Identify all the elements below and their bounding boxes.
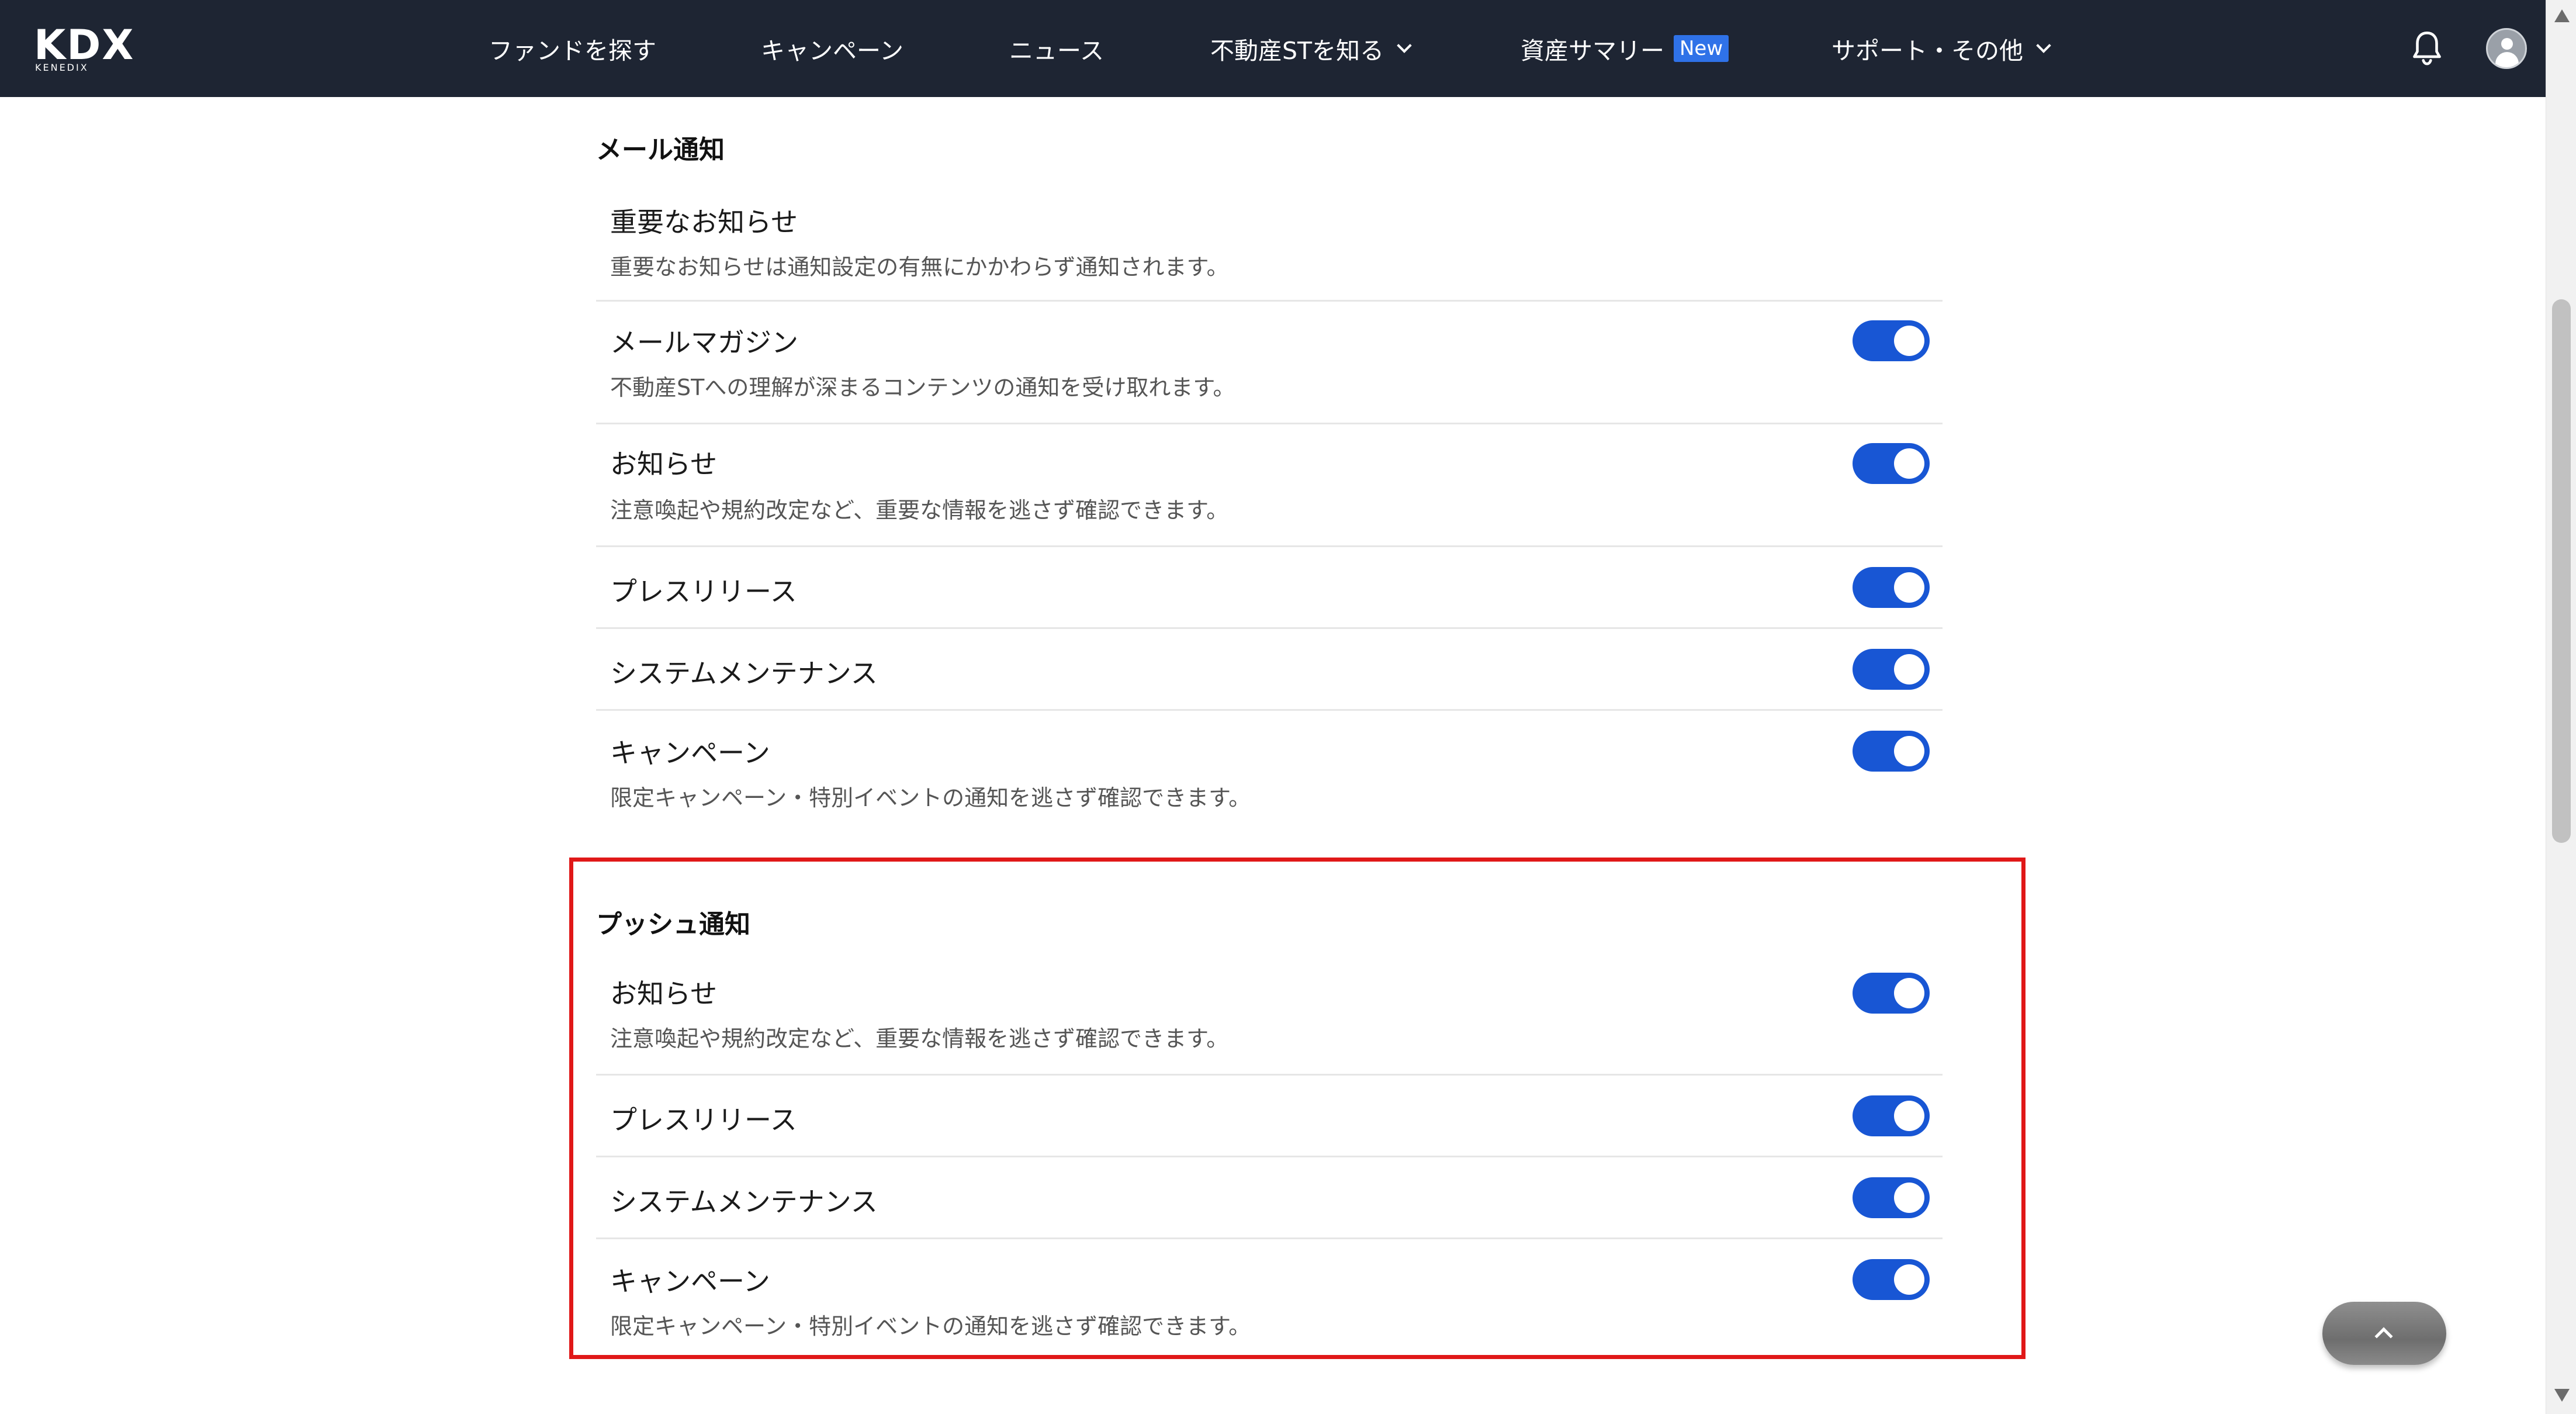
mail-press-toggle[interactable] [1853, 567, 1930, 608]
push-maintenance-toggle[interactable] [1853, 1177, 1930, 1218]
mail-item-desc: 不動産STへの理解が深まるコンテンツの通知を受け取れます。 [610, 375, 1235, 400]
mail-item-notice: お知らせ 注意喚起や規約改定など、重要な情報を逃さず確認できます。 [596, 424, 1943, 547]
chevron-up-icon [2374, 1327, 2393, 1346]
chevron-down-icon [2036, 38, 2051, 53]
scroll-up-arrow-icon[interactable] [2554, 9, 2570, 22]
top-navigation-bar: KDX KENEDIX ファンドを探す キャンペーン ニュース 不動産STを知る… [0, 0, 2546, 97]
mail-notice-toggle[interactable] [1853, 443, 1930, 484]
toggle-knob [1894, 1101, 1924, 1131]
back-to-top-button[interactable] [2322, 1302, 2446, 1365]
mail-item-maintenance: システムメンテナンス [596, 629, 1943, 711]
nav-support[interactable]: サポート・その他 [1831, 0, 2051, 97]
toggle-knob [1894, 978, 1924, 1008]
push-press-toggle[interactable] [1853, 1095, 1930, 1136]
scroll-thumb[interactable] [2552, 299, 2571, 843]
nav-campaign[interactable]: キャンペーン [761, 0, 903, 97]
mail-item-desc: 限定キャンペーン・特別イベントの通知を逃さず確認できます。 [610, 785, 1251, 811]
mail-item-title: システムメンテナンス [610, 658, 878, 689]
push-item-press: プレスリリース [596, 1076, 1943, 1157]
nav-find-funds-label: ファンドを探す [489, 37, 656, 65]
bell-icon[interactable] [2409, 29, 2445, 68]
push-item-title: プレスリリース [610, 1104, 797, 1136]
mail-item-title: 重要なお知らせ [610, 206, 798, 238]
nav-asset-summary-label: 資産サマリー [1521, 37, 1664, 65]
push-item-desc: 限定キャンペーン・特別イベントの通知を逃さず確認できます。 [610, 1313, 1251, 1339]
nav-learn-st[interactable]: 不動産STを知る [1210, 0, 1412, 97]
toggle-knob [1894, 448, 1924, 479]
push-item-title: お知らせ [610, 978, 718, 1009]
mail-item-title: お知らせ [610, 448, 718, 480]
mail-notification-heading: メール通知 [596, 135, 725, 165]
nav-news[interactable]: ニュース [1009, 0, 1104, 97]
push-item-desc: 注意喚起や規約改定など、重要な情報を逃さず確認できます。 [610, 1026, 1229, 1052]
toggle-knob [1894, 1264, 1924, 1295]
mail-magazine-toggle[interactable] [1853, 320, 1930, 361]
nav-support-label: サポート・その他 [1831, 37, 2023, 65]
toggle-knob [1894, 572, 1924, 603]
mail-item-magazine: メールマガジン 不動産STへの理解が深まるコンテンツの通知を受け取れます。 [596, 302, 1943, 424]
nav-find-funds[interactable]: ファンドを探す [489, 0, 656, 97]
mail-maintenance-toggle[interactable] [1853, 649, 1930, 690]
mail-item-title: キャンペーン [610, 737, 770, 769]
push-campaign-toggle[interactable] [1853, 1259, 1930, 1300]
new-badge: New [1674, 35, 1729, 62]
page-scrollbar[interactable] [2546, 0, 2576, 1414]
mail-campaign-toggle[interactable] [1853, 731, 1930, 772]
push-notification-heading: プッシュ通知 [596, 910, 750, 939]
main-nav: ファンドを探す キャンペーン ニュース 不動産STを知る 資産サマリー New … [0, 0, 2546, 97]
push-item-campaign: キャンペーン 限定キャンペーン・特別イベントの通知を逃さず確認できます。 [596, 1239, 1943, 1344]
mail-item-desc: 注意喚起や規約改定など、重要な情報を逃さず確認できます。 [610, 497, 1229, 523]
push-item-notice: お知らせ 注意喚起や規約改定など、重要な情報を逃さず確認できます。 [596, 953, 1943, 1076]
mail-item-title: プレスリリース [610, 576, 797, 607]
toggle-knob [1894, 654, 1924, 684]
avatar-head [2501, 38, 2513, 50]
mail-item-desc: 重要なお知らせは通知設定の有無にかかわらず通知されます。 [610, 254, 1229, 280]
mail-item-campaign: キャンペーン 限定キャンペーン・特別イベントの通知を逃さず確認できます。 [596, 711, 1943, 816]
scroll-down-arrow-icon[interactable] [2554, 1389, 2570, 1402]
toggle-knob [1894, 326, 1924, 356]
push-item-title: キャンペーン [610, 1266, 770, 1297]
avatar-icon[interactable] [2486, 28, 2527, 69]
toggle-knob [1894, 1183, 1924, 1213]
nav-campaign-label: キャンペーン [761, 37, 903, 65]
nav-news-label: ニュース [1009, 37, 1104, 65]
mail-item-press: プレスリリース [596, 547, 1943, 629]
nav-learn-st-label: 不動産STを知る [1210, 37, 1384, 65]
mail-item-important: 重要なお知らせ 重要なお知らせは通知設定の有無にかかわらず通知されます。 [596, 193, 1943, 302]
push-notice-toggle[interactable] [1853, 973, 1930, 1014]
chevron-down-icon [1397, 38, 1412, 53]
push-item-title: システムメンテナンス [610, 1186, 878, 1218]
mail-item-title: メールマガジン [610, 327, 798, 358]
push-item-maintenance: システムメンテナンス [596, 1157, 1943, 1239]
nav-asset-summary[interactable]: 資産サマリー New [1521, 0, 1729, 97]
toggle-knob [1894, 736, 1924, 766]
avatar-body [2495, 52, 2519, 67]
